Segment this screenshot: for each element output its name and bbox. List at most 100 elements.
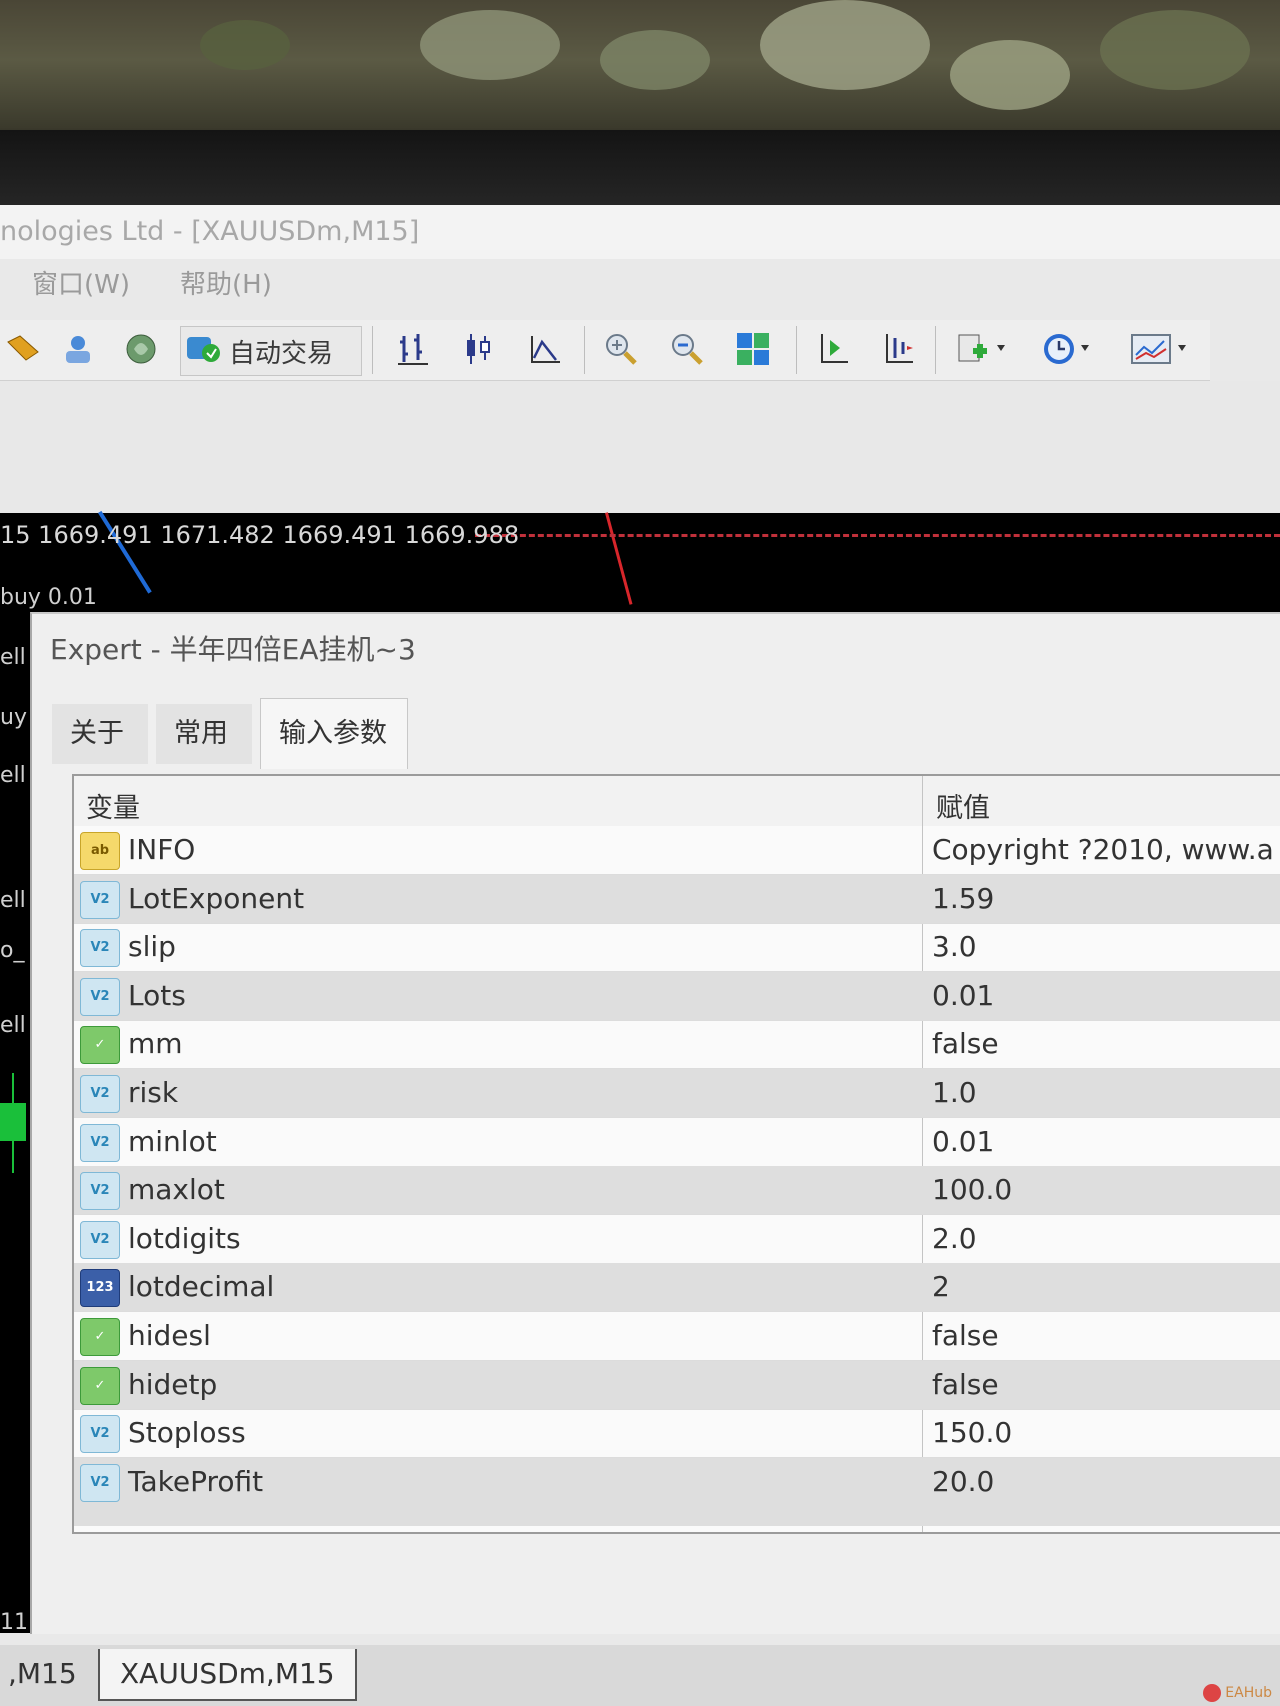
- dialog-tabs: 关于 常用 输入参数: [52, 698, 1280, 770]
- param-name: minlot: [128, 1124, 217, 1158]
- menu-bar: 窗口(W) 帮助(H): [0, 265, 1280, 305]
- zoom-in-icon[interactable]: [598, 326, 644, 372]
- toolbar-separator: [935, 326, 936, 374]
- param-row[interactable]: V2 lotdigits 2.0: [74, 1215, 1280, 1264]
- time-axis-label: 11: [0, 1610, 28, 1635]
- globe-icon[interactable]: [118, 326, 164, 372]
- param-name: risk: [128, 1076, 179, 1109]
- double-type-icon: V2: [80, 1172, 120, 1211]
- folder-icon[interactable]: [0, 326, 46, 372]
- bool-type-icon: ✓: [80, 1366, 120, 1405]
- column-header-variable[interactable]: 变量: [86, 786, 140, 825]
- table-header: 变量 赋值: [74, 776, 1280, 826]
- trade-label: o_: [0, 938, 25, 963]
- param-row-partial: [74, 1506, 1280, 1527]
- param-row[interactable]: V2 LotExponent 1.59: [74, 874, 1280, 924]
- profile-icon[interactable]: [55, 326, 101, 372]
- param-row[interactable]: V2 Stoploss 150.0: [74, 1409, 1280, 1459]
- param-value[interactable]: Copyright ?2010, www.a: [932, 833, 1274, 866]
- clock-icon[interactable]: [1036, 326, 1102, 372]
- bar-chart-icon[interactable]: [390, 326, 436, 372]
- line-chart-icon[interactable]: [522, 326, 568, 372]
- bool-type-icon: ✓: [80, 1318, 120, 1356]
- trade-label: ell: [0, 763, 26, 788]
- param-value[interactable]: 150.0: [932, 1416, 1012, 1449]
- param-value[interactable]: 0.01: [932, 1125, 994, 1158]
- watermark: EAHub: [1203, 1684, 1272, 1702]
- param-row[interactable]: V2 slip 3.0: [74, 923, 1280, 973]
- param-name: mm: [128, 1027, 183, 1061]
- param-row[interactable]: 123 lotdecimal 2: [74, 1263, 1280, 1313]
- param-value[interactable]: false: [932, 1027, 999, 1060]
- param-value[interactable]: 3.0: [932, 930, 977, 963]
- param-name: TakeProfit: [128, 1464, 264, 1498]
- param-row[interactable]: ✓ mm false: [74, 1020, 1280, 1070]
- param-name: slip: [128, 930, 176, 964]
- autotrade-button[interactable]: 自动交易: [180, 326, 362, 376]
- param-value[interactable]: 100.0: [932, 1173, 1012, 1206]
- param-value[interactable]: 1.0: [932, 1076, 977, 1109]
- param-name: maxlot: [128, 1173, 225, 1207]
- indicators-icon[interactable]: [1126, 326, 1196, 372]
- chart-tab[interactable]: ,M15: [8, 1649, 77, 1699]
- trade-label: ell: [0, 1013, 26, 1038]
- param-name: hidetp: [128, 1367, 218, 1401]
- menu-window[interactable]: 窗口(W): [32, 265, 130, 305]
- param-name: LotExponent: [128, 881, 305, 915]
- trade-label: ell: [0, 888, 26, 913]
- ohlc-readout: 15 1669.491 1671.482 1669.491 1669.988: [0, 521, 520, 549]
- trade-label: buy 0.01: [0, 585, 97, 610]
- monitor-bezel: [0, 130, 1280, 208]
- param-row[interactable]: V2 maxlot 100.0: [74, 1166, 1280, 1216]
- param-value[interactable]: 2.0: [932, 1222, 977, 1255]
- trade-label: uy: [0, 705, 27, 730]
- autotrade-label: 自动交易: [229, 338, 334, 369]
- watermark-text: EAHub: [1225, 1685, 1272, 1701]
- photo-background: [0, 0, 1280, 150]
- param-row[interactable]: ab INFO Copyright ?2010, www.a: [74, 826, 1280, 875]
- chart-tab-active[interactable]: XAUUSDm,M15: [98, 1649, 357, 1701]
- new-order-icon[interactable]: [950, 326, 1016, 372]
- chart-shift-icon[interactable]: [810, 326, 856, 372]
- param-row[interactable]: V2 Lots 0.01: [74, 971, 1280, 1021]
- param-row[interactable]: V2 minlot 0.01: [74, 1118, 1280, 1167]
- bool-type-icon: ✓: [80, 1026, 120, 1065]
- autoscroll-icon[interactable]: [875, 326, 921, 372]
- param-row[interactable]: V2 TakeProfit 20.0: [74, 1457, 1280, 1507]
- window-title: nologies Ltd - [XAUUSDm,M15]: [0, 205, 1280, 259]
- param-name: lotdecimal: [128, 1270, 275, 1304]
- menu-help[interactable]: 帮助(H): [180, 265, 272, 305]
- tab-inputs[interactable]: 输入参数: [260, 698, 408, 769]
- param-name: hidesl: [128, 1319, 211, 1352]
- zoom-out-icon[interactable]: [664, 326, 710, 372]
- tab-about[interactable]: 关于: [52, 704, 148, 764]
- double-type-icon: V2: [80, 880, 120, 919]
- double-type-icon: V2: [80, 929, 120, 968]
- chart-tabs-bar: ,M15 XAUUSDm,M15 EAHub: [0, 1645, 1280, 1706]
- autotrade-icon: [185, 331, 221, 372]
- toolbar: 自动交易: [0, 320, 1210, 381]
- param-value[interactable]: 1.59: [932, 882, 994, 915]
- param-name: Lots: [128, 978, 186, 1012]
- param-row[interactable]: ✓ hidesl false: [74, 1312, 1280, 1361]
- param-name: INFO: [128, 833, 196, 866]
- candlestick-icon[interactable]: [455, 326, 501, 372]
- toolbar-separator: [584, 326, 585, 374]
- tile-windows-icon[interactable]: [730, 326, 776, 372]
- column-header-value[interactable]: 赋值: [936, 786, 990, 825]
- param-name: Stoploss: [128, 1416, 246, 1450]
- trend-line-red: [605, 512, 633, 605]
- param-value[interactable]: 0.01: [932, 979, 994, 1012]
- double-type-icon: V2: [80, 1075, 120, 1113]
- trade-label: ell: [0, 645, 26, 670]
- param-value[interactable]: 20.0: [932, 1465, 994, 1498]
- price-level-line: [475, 534, 1280, 537]
- toolbar-separator: [372, 326, 373, 374]
- param-row[interactable]: ✓ hidetp false: [74, 1360, 1280, 1410]
- param-value[interactable]: 2: [932, 1270, 950, 1303]
- expert-properties-dialog: Expert - 半年四倍EA挂机~3 关于 常用 输入参数 变量 赋值 ab I…: [30, 612, 1280, 1634]
- param-value[interactable]: false: [932, 1319, 999, 1352]
- tab-common[interactable]: 常用: [156, 704, 252, 764]
- param-row[interactable]: V2 risk 1.0: [74, 1069, 1280, 1118]
- param-value[interactable]: false: [932, 1368, 999, 1401]
